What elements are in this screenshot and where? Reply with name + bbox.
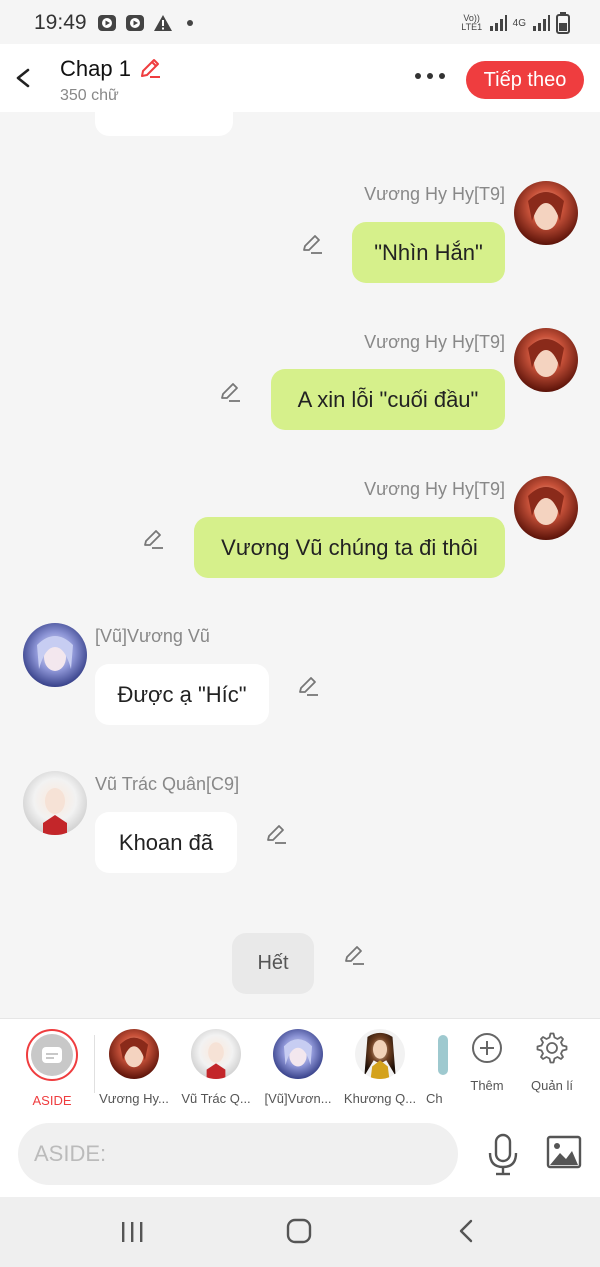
aside-chat-icon: [42, 1047, 62, 1063]
character-label: Ch: [426, 1091, 443, 1106]
character-label: Khương Q...: [343, 1091, 417, 1106]
chapter-title: Chap 1: [60, 56, 131, 81]
word-count: 350 chữ: [60, 87, 119, 104]
avatar[interactable]: [514, 328, 578, 392]
character-label: ASIDE: [32, 1093, 72, 1108]
sender-name: [Vũ]Vương Vũ: [95, 626, 210, 646]
avatar[interactable]: [23, 771, 87, 835]
add-character-button[interactable]: Thêm: [457, 1029, 517, 1093]
system-nav-bar: [0, 1197, 600, 1267]
avatar[interactable]: [514, 181, 578, 245]
home-icon[interactable]: [279, 1217, 319, 1247]
avatar: [109, 1029, 159, 1079]
sender-name: Vũ Trác Quân[C9]: [95, 774, 240, 794]
pencil-icon[interactable]: [264, 822, 288, 846]
network-type-label: 4G: [512, 17, 526, 29]
back-arrow-icon[interactable]: [10, 62, 38, 94]
pencil-icon[interactable]: [138, 56, 162, 80]
character-label: Vương Hy...: [99, 1091, 169, 1106]
add-label: Thêm: [470, 1078, 504, 1093]
manage-button[interactable]: Quản lí: [522, 1029, 582, 1093]
more-dots-icon[interactable]: [412, 64, 448, 88]
status-time: 19:49: [34, 11, 87, 34]
status-right-group: Vo)) LTE1 4G: [461, 12, 570, 34]
end-marker[interactable]: Hết: [232, 933, 314, 994]
message-bubble[interactable]: A xin lỗi "cuối đầu": [271, 369, 505, 430]
character-partial[interactable]: Ch: [422, 1029, 452, 1106]
message-bubble[interactable]: Vương Vũ chúng ta đi thôi: [194, 517, 505, 578]
recents-icon[interactable]: [112, 1217, 152, 1247]
character-label: [Vũ]Vươn...: [264, 1091, 332, 1106]
microphone-icon[interactable]: [484, 1133, 522, 1177]
sender-name: Vương Hy Hy[T9]: [364, 332, 505, 352]
chat-area[interactable]: Vương Hy Hy[T9] "Nhìn Hắn" Vương Hy Hy[T…: [0, 112, 600, 1018]
dot-icon: [187, 20, 193, 26]
sender-name: Vương Hy Hy[T9]: [364, 479, 505, 499]
pencil-icon[interactable]: [300, 232, 324, 256]
pencil-icon[interactable]: [218, 380, 242, 404]
status-bar: 19:49 Vo)) LTE1 4G: [0, 0, 600, 44]
video-notification-icon: [126, 15, 144, 31]
message-bubble[interactable]: Được ạ "Híc": [95, 664, 269, 725]
character-bar: ASIDE Vương Hy... Vũ Trác Q... [Vũ]Vươn.…: [0, 1018, 600, 1113]
avatar-partial: [438, 1035, 448, 1075]
video-notification-icon: [98, 15, 116, 31]
plus-circle-icon: [472, 1033, 502, 1063]
character-vuong-hy[interactable]: Vương Hy...: [94, 1029, 174, 1106]
signal-icon: [489, 15, 507, 31]
avatar[interactable]: [514, 476, 578, 540]
avatar: [273, 1029, 323, 1079]
sender-name: Vương Hy Hy[T9]: [364, 184, 505, 204]
battery-icon: [556, 12, 570, 34]
gear-icon: [536, 1032, 568, 1064]
message-bubble-partial[interactable]: [95, 112, 233, 136]
character-label: Vũ Trác Q...: [181, 1091, 251, 1106]
chapter-header: Chap 1 350 chữ Tiếp theo: [0, 44, 600, 112]
pencil-icon[interactable]: [342, 943, 366, 967]
avatar: [355, 1029, 405, 1079]
character-vuong-vu[interactable]: [Vũ]Vươn...: [258, 1029, 338, 1106]
character-aside[interactable]: ASIDE: [12, 1029, 92, 1108]
nav-back-icon[interactable]: [446, 1217, 486, 1247]
next-button[interactable]: Tiếp theo: [466, 61, 584, 99]
avatar[interactable]: [23, 623, 87, 687]
image-icon[interactable]: [546, 1135, 582, 1169]
pencil-icon[interactable]: [296, 674, 320, 698]
manage-label: Quản lí: [531, 1078, 573, 1093]
aside-avatar: [26, 1029, 78, 1081]
signal-icon: [533, 15, 550, 31]
pencil-icon[interactable]: [141, 527, 165, 551]
warning-icon: [154, 15, 172, 31]
character-vu-trac-quan[interactable]: Vũ Trác Q...: [176, 1029, 256, 1106]
character-khuong[interactable]: Khương Q...: [340, 1029, 420, 1106]
input-bar: [0, 1113, 600, 1197]
avatar: [191, 1029, 241, 1079]
volte-label: Vo)) LTE1: [461, 13, 483, 32]
message-bubble[interactable]: "Nhìn Hắn": [352, 222, 505, 283]
message-input[interactable]: [18, 1123, 458, 1185]
message-bubble[interactable]: Khoan đã: [95, 812, 237, 873]
